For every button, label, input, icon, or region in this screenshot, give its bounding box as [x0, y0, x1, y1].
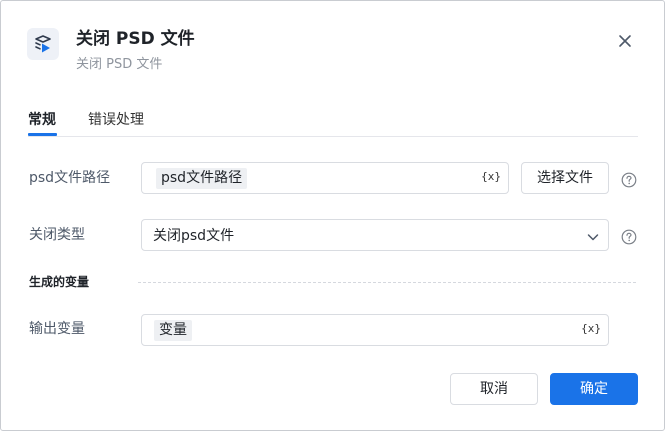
output-variable-button[interactable]: {x}	[581, 322, 601, 335]
close-icon[interactable]	[615, 31, 635, 51]
select-file-button[interactable]: 选择文件	[521, 162, 609, 194]
psd-path-label: psd文件路径	[29, 170, 111, 186]
dialog-subtitle: 关闭 PSD 文件	[76, 57, 163, 72]
psd-stack-icon	[27, 28, 59, 60]
tab-error-handling[interactable]: 错误处理	[88, 110, 144, 130]
confirm-button[interactable]: 确定	[550, 373, 638, 405]
tab-divider	[28, 136, 638, 137]
tab-general[interactable]: 常规	[28, 110, 56, 130]
psd-path-variable-chip[interactable]: psd文件路径	[156, 168, 248, 189]
close-type-select[interactable]: 关闭psd文件	[141, 219, 609, 251]
cancel-button[interactable]: 取消	[450, 373, 538, 405]
psd-path-help-icon[interactable]	[621, 172, 637, 188]
generated-variables-title: 生成的变量	[29, 275, 90, 289]
output-variable-chip[interactable]: 变量	[154, 320, 192, 341]
psd-path-input[interactable]: psd文件路径 {x}	[141, 162, 509, 194]
chevron-down-icon	[586, 229, 600, 243]
close-type-help-icon[interactable]	[621, 229, 637, 245]
section-divider	[138, 282, 636, 283]
psd-path-variable-button[interactable]: {x}	[481, 170, 501, 183]
dialog-title: 关闭 PSD 文件	[76, 29, 195, 49]
output-variable-input[interactable]: 变量 {x}	[141, 314, 609, 346]
close-type-label: 关闭类型	[29, 227, 85, 243]
close-type-selected-value: 关闭psd文件	[153, 228, 235, 244]
close-psd-dialog: 关闭 PSD 文件 关闭 PSD 文件 常规 错误处理 psd文件路径 psd文…	[0, 0, 665, 431]
output-variable-label: 输出变量	[29, 321, 85, 337]
